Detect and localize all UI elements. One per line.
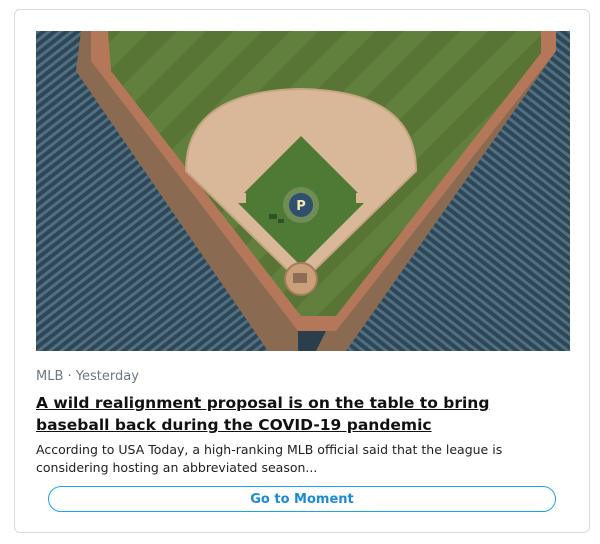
source-label: MLB (36, 369, 64, 384)
headline-link[interactable]: A wild realignment proposal is on the ta… (36, 392, 566, 436)
moment-card[interactable]: P MLB · Yesterday A wild realignment pro… (14, 9, 590, 533)
timestamp: Yesterday (75, 369, 139, 384)
stadium-aerial-image[interactable]: P (36, 31, 570, 351)
meta-separator: · (67, 369, 72, 384)
go-to-moment-button[interactable]: Go to Moment (48, 486, 556, 512)
mound-logo-text: P (296, 199, 306, 214)
summary-text: According to USA Today, a high-ranking M… (36, 442, 503, 475)
moment-meta: MLB · Yesterday (36, 369, 139, 384)
